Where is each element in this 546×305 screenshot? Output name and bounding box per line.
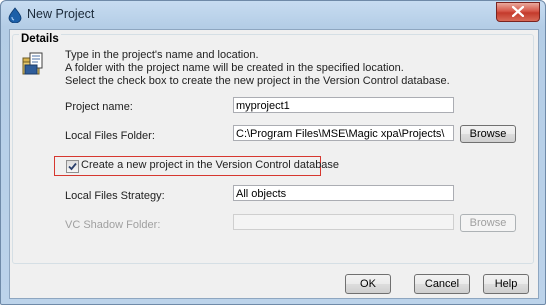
browse-folder-button-label: Browse	[469, 128, 507, 140]
intro-line-3: Select the check box to create the new p…	[65, 75, 450, 87]
window-title: New Project	[27, 7, 95, 21]
vc-checkbox-label[interactable]: Create a new project in the Version Cont…	[81, 159, 339, 171]
browse-shadow-button-label: Browse	[469, 217, 507, 229]
vc-shadow-folder-input	[233, 214, 454, 230]
local-files-folder-input[interactable]: C:\Program Files\MSE\Magic xpa\Projects\	[233, 125, 454, 141]
browse-folder-button[interactable]: Browse	[460, 125, 516, 143]
cancel-button-label: Cancel	[424, 278, 460, 290]
project-name-input[interactable]: myproject1	[233, 97, 454, 113]
ok-button-label: OK	[360, 278, 376, 290]
checkmark-icon	[68, 162, 77, 171]
dialog-body: Details Type in the project's name and l…	[9, 29, 539, 299]
intro-line-2: A folder with the project name will be c…	[65, 62, 404, 74]
vc-checkbox-highlight: Create a new project in the Version Cont…	[54, 156, 339, 176]
details-group-title: Details	[19, 33, 61, 45]
close-icon	[512, 6, 524, 17]
project-name-label: Project name:	[65, 101, 133, 113]
browse-shadow-button: Browse	[460, 214, 516, 232]
vc-shadow-folder-label: VC Shadow Folder:	[65, 219, 161, 231]
magic-drop-icon	[8, 7, 22, 24]
ok-button[interactable]: OK	[345, 274, 391, 294]
details-group: Details Type in the project's name and l…	[12, 33, 534, 264]
close-button[interactable]	[496, 2, 540, 22]
local-files-strategy-input[interactable]: All objects	[233, 185, 454, 201]
local-files-folder-label: Local Files Folder:	[65, 130, 155, 142]
title-bar[interactable]: New Project	[1, 1, 545, 29]
help-button-label: Help	[494, 278, 518, 290]
help-button[interactable]: Help	[483, 274, 529, 294]
project-folder-icon	[21, 51, 45, 77]
new-project-window: New Project Details Type in the project'…	[0, 0, 546, 305]
vc-checkbox[interactable]	[66, 160, 79, 173]
intro-line-1: Type in the project's name and location.	[65, 49, 259, 61]
local-files-strategy-label: Local Files Strategy:	[65, 190, 165, 202]
cancel-button[interactable]: Cancel	[414, 274, 470, 294]
